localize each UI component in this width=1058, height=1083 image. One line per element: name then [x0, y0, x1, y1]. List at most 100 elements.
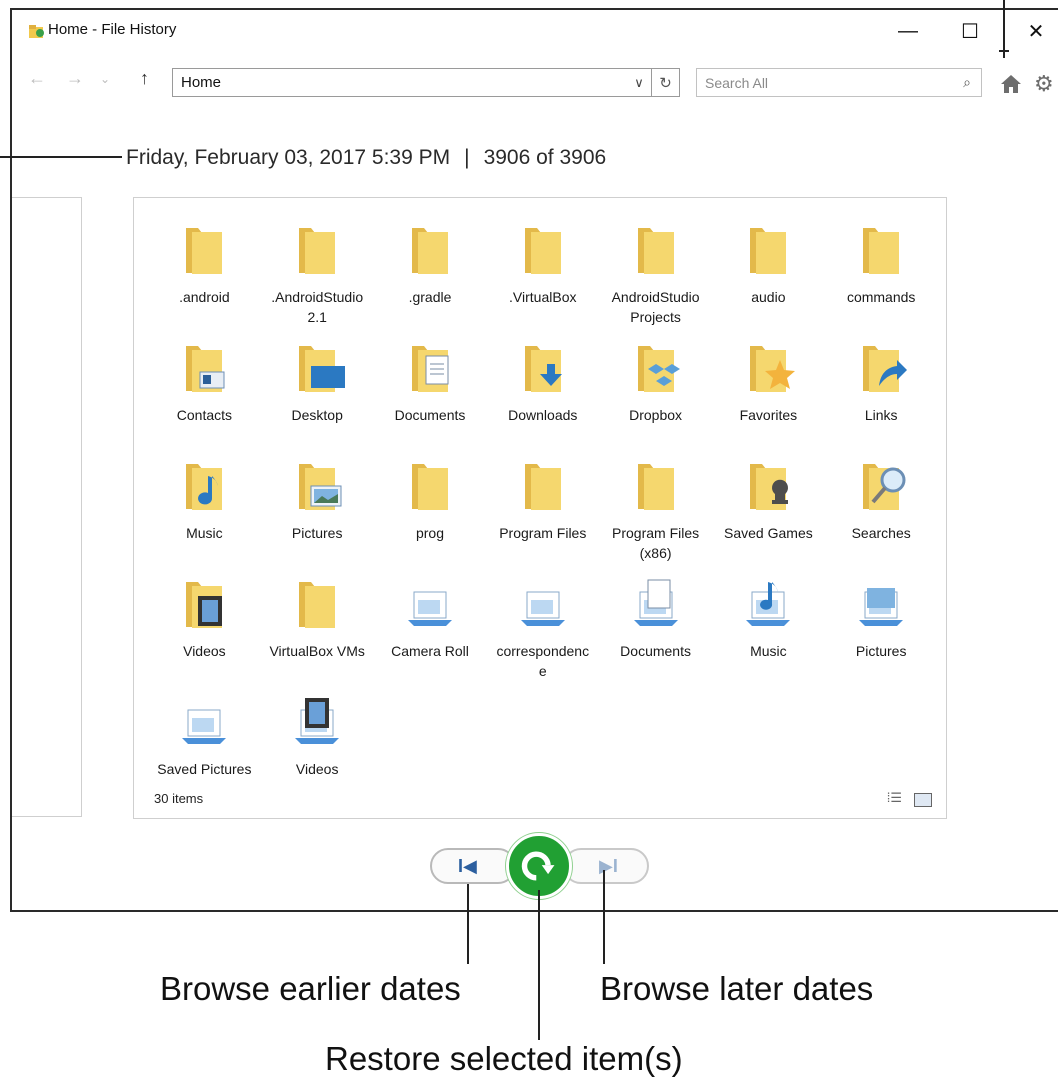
large-icons-view-icon[interactable]: [914, 793, 932, 807]
games-icon: [750, 464, 789, 510]
library-pictures-icon: [859, 588, 904, 626]
documents-icon: [411, 346, 449, 392]
file-item-label: Pictures: [855, 643, 907, 659]
recent-locations-icon[interactable]: ⌄: [100, 72, 110, 86]
close-button[interactable]: ✕: [1018, 16, 1054, 46]
item-count: 30 items: [154, 791, 204, 806]
minimize-button[interactable]: —: [890, 16, 926, 46]
file-item[interactable]: Music: [712, 570, 825, 688]
file-item[interactable]: Favorites: [712, 334, 825, 452]
file-item[interactable]: AndroidStudioProjects: [599, 216, 712, 334]
content-pane: .android .AndroidStudio2.1 .gradle .Virtual…: [133, 197, 947, 819]
home-icon[interactable]: [1000, 74, 1022, 94]
callout-browse-earlier: Browse earlier dates: [160, 970, 461, 1007]
file-item[interactable]: Music: [148, 452, 261, 570]
file-item-label: .gradle: [408, 289, 452, 305]
pictures-icon: [299, 464, 342, 510]
navigation-pane: [12, 197, 82, 817]
search-box[interactable]: Search All ⌕: [696, 68, 982, 97]
next-version-button[interactable]: ▶I: [563, 848, 649, 884]
folder-icon: [299, 228, 336, 274]
file-item[interactable]: Saved Games: [712, 452, 825, 570]
file-item[interactable]: Documents: [374, 334, 487, 452]
callout-line-earlier: [467, 884, 469, 964]
navigation-bar: ← → ⌄ ↑ Home ∨ ↻ Search All ⌕ ⚙: [12, 62, 1058, 98]
search-icon[interactable]: ⌕: [953, 74, 981, 91]
music-icon: [186, 464, 223, 510]
folder-icon: [637, 228, 674, 274]
search-input[interactable]: Search All: [697, 75, 953, 91]
library-generic-icon: [182, 709, 227, 744]
previous-version-button[interactable]: I◀: [430, 848, 516, 884]
file-item[interactable]: Camera Roll: [374, 570, 487, 688]
callout-line-date: [0, 156, 122, 158]
restore-icon: [521, 851, 555, 881]
file-item-label: Documents: [620, 643, 691, 659]
file-item-label: Links: [864, 407, 898, 423]
file-item[interactable]: Links: [825, 334, 938, 452]
file-item[interactable]: Dropbox: [599, 334, 712, 452]
file-item-label: Documents: [394, 407, 466, 423]
file-item[interactable]: Pictures: [825, 570, 938, 688]
file-item-label: Program Files (x86): [612, 525, 700, 561]
folder-icon: [524, 228, 561, 274]
file-item[interactable]: Desktop: [261, 334, 374, 452]
file-item[interactable]: Documents: [599, 570, 712, 688]
file-item[interactable]: .android: [148, 216, 261, 334]
address-bar[interactable]: Home ∨: [172, 68, 652, 97]
file-item[interactable]: commands: [825, 216, 938, 334]
file-item[interactable]: Program Files: [486, 452, 599, 570]
details-view-icon[interactable]: ⁞☰: [887, 790, 902, 806]
videos-icon: [186, 582, 223, 628]
dropbox-icon: [637, 346, 680, 392]
file-item[interactable]: Contacts: [148, 334, 261, 452]
skip-back-icon: I◀: [458, 856, 477, 876]
title-bar: Home - File History — ☐ ✕: [12, 10, 1058, 50]
folder-icon: [750, 228, 787, 274]
folder-icon: [411, 464, 448, 510]
file-item[interactable]: .AndroidStudio2.1: [261, 216, 374, 334]
file-item[interactable]: audio: [712, 216, 825, 334]
links-icon: [863, 346, 908, 392]
back-arrow-icon[interactable]: ←: [28, 68, 46, 89]
folder-icon: [411, 228, 448, 274]
library-videos-icon: [295, 698, 340, 744]
file-item-label: Videos: [295, 761, 339, 777]
file-item-label: commands: [846, 289, 916, 305]
folder-icon: [299, 582, 336, 628]
file-item[interactable]: VirtualBox VMs: [261, 570, 374, 688]
file-item[interactable]: Downloads: [486, 334, 599, 452]
file-item[interactable]: Program Files (x86): [599, 452, 712, 570]
window-title: Home - File History: [48, 21, 177, 38]
file-item-label: .android: [179, 289, 230, 305]
file-item[interactable]: Videos: [148, 570, 261, 688]
chevron-down-icon[interactable]: ∨: [627, 75, 651, 91]
gear-icon[interactable]: ⚙: [1034, 71, 1054, 97]
file-item-label: Music: [186, 525, 223, 541]
searches-icon: [863, 464, 906, 510]
file-history-app-icon: [29, 25, 44, 38]
folder-icon: [637, 464, 674, 510]
library-generic-icon: [520, 591, 565, 626]
file-item-label: Saved Games: [724, 525, 813, 541]
file-item[interactable]: Saved Pictures: [148, 688, 261, 806]
up-arrow-icon[interactable]: ↑: [140, 68, 149, 89]
file-item[interactable]: .gradle: [374, 216, 487, 334]
forward-arrow-icon[interactable]: →: [66, 68, 84, 89]
callout-browse-later: Browse later dates: [600, 970, 874, 1007]
file-item[interactable]: .VirtualBox: [486, 216, 599, 334]
library-generic-icon: [407, 591, 452, 626]
maximize-button[interactable]: ☐: [952, 16, 988, 46]
file-item[interactable]: Searches: [825, 452, 938, 570]
favorites-icon: [750, 346, 796, 392]
file-item[interactable]: Pictures: [261, 452, 374, 570]
file-item[interactable]: prog: [374, 452, 487, 570]
callout-line-home-tick: [999, 50, 1009, 52]
file-item[interactable]: correspondence: [486, 570, 599, 688]
folder-icon: [863, 228, 900, 274]
skip-forward-icon: ▶I: [599, 856, 618, 876]
file-item[interactable]: Videos: [261, 688, 374, 806]
file-item-label: Downloads: [508, 407, 578, 423]
snapshot-date-line: Friday, February 03, 2017 5:39 PM | 3906 o…: [126, 146, 606, 170]
refresh-button[interactable]: ↻: [652, 68, 680, 97]
